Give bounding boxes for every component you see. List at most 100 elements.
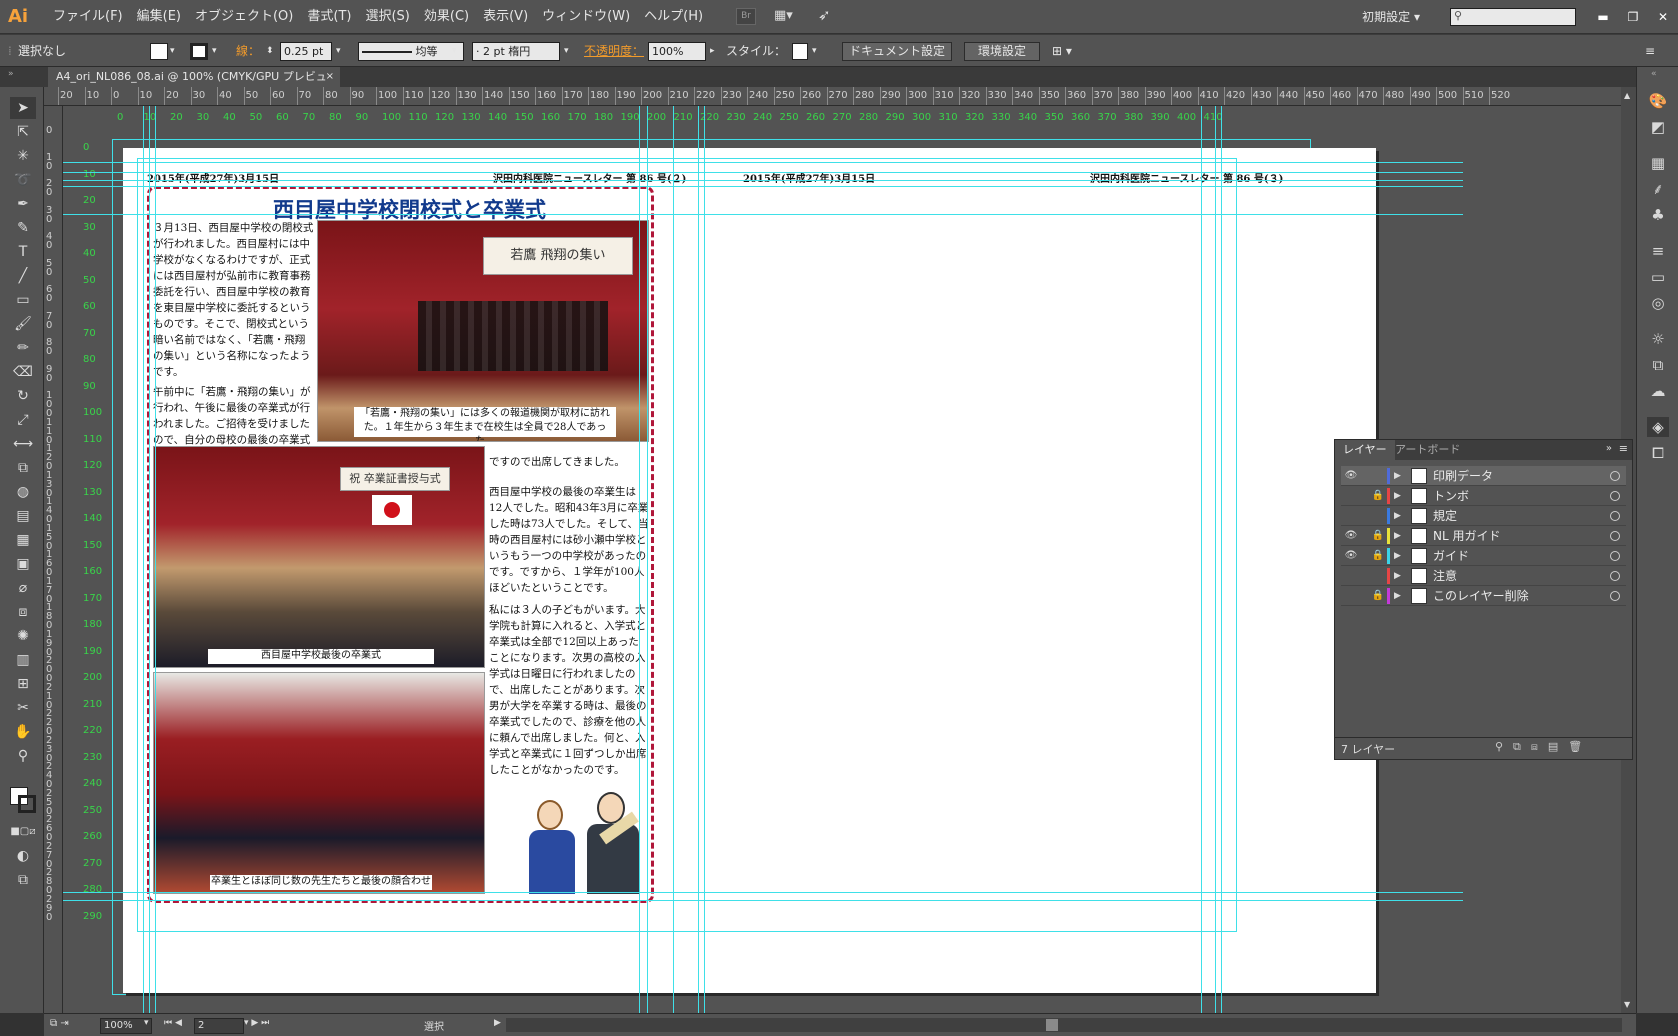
opacity-arrow-icon[interactable]: ▸	[710, 42, 715, 61]
scroll-down-icon[interactable]: ▼	[1624, 1000, 1630, 1009]
layer-footer-icons[interactable]: ⚲⧉⧈▤🗑	[1495, 740, 1592, 754]
expand-arrow-icon[interactable]: ▶	[1394, 508, 1406, 524]
layer-row[interactable]: ▶ 規定	[1341, 506, 1626, 526]
brush-dropdown-icon[interactable]: ▾	[564, 42, 569, 61]
lock-icon[interactable]: 🔒	[1371, 548, 1385, 564]
collapse-icon[interactable]: »	[8, 69, 14, 79]
expand-arrow-icon[interactable]: ▶	[1394, 488, 1406, 504]
screen-mode-icon[interactable]: ⧉	[10, 869, 36, 891]
tab-artboards[interactable]: アートボード	[1387, 440, 1468, 460]
layer-name[interactable]: NL 用ガイド	[1433, 526, 1500, 546]
collapse-panel-icon[interactable]: »	[1606, 443, 1612, 454]
lock-icon[interactable]: 🔒	[1371, 488, 1385, 504]
target-circle-icon[interactable]	[1610, 591, 1620, 601]
layer-row[interactable]: 👁 🔒 ▶ NL 用ガイド	[1341, 526, 1626, 546]
type-tool-icon[interactable]: T	[10, 241, 36, 263]
selection-tool-icon[interactable]: ➤	[10, 97, 36, 119]
style-dropdown-icon[interactable]: ▾	[812, 42, 817, 61]
symbols-icon[interactable]: ♣	[1647, 205, 1669, 225]
stroke-weight-dropdown-icon[interactable]: ▾	[336, 42, 341, 61]
maximize-button[interactable]: ❐	[1618, 8, 1648, 26]
brush-definition[interactable]: · 2 pt 楕円	[472, 42, 560, 61]
artboard-number-field[interactable]: 2	[194, 1018, 244, 1034]
menu-item[interactable]: 効果(C)	[417, 0, 476, 33]
color-mode-icons[interactable]: ■▢⧄	[10, 821, 36, 843]
hand-tool-icon[interactable]: ✋	[10, 721, 36, 743]
gpu-rocket-icon[interactable]: ➶	[818, 6, 838, 26]
stroke-panel-icon[interactable]: ≡	[1647, 241, 1669, 261]
layer-name[interactable]: このレイヤー削除	[1433, 586, 1529, 606]
menu-item[interactable]: オブジェクト(O)	[188, 0, 300, 33]
zoom-dropdown-icon[interactable]: ▾	[144, 1018, 149, 1028]
horizontal-scrollbar[interactable]	[506, 1018, 1622, 1032]
scale-tool-icon[interactable]: ⤢	[10, 409, 36, 431]
fill-dropdown-icon[interactable]: ▾	[170, 42, 175, 61]
artboard[interactable]: 0 10 20 30 40 50 60 70 80 90 100 110 120 130 140 150 160…	[63, 106, 1463, 1013]
visibility-eye-icon[interactable]: 👁	[1343, 528, 1359, 544]
color-panel-icon[interactable]: 🎨	[1647, 91, 1669, 111]
visibility-eye-icon[interactable]	[1343, 508, 1359, 524]
menu-item[interactable]: ウィンドウ(W)	[535, 0, 637, 33]
menu-item[interactable]: 書式(T)	[300, 0, 358, 33]
tab-layers[interactable]: レイヤー	[1335, 440, 1395, 460]
search-input[interactable]: ⚲	[1450, 7, 1576, 26]
blend-tool-icon[interactable]: ⧈	[10, 601, 36, 623]
graphic-style-swatch[interactable]	[792, 43, 808, 60]
status-icons[interactable]: ⧉ ⇥	[50, 1018, 69, 1029]
curvature-tool-icon[interactable]: ✎	[10, 217, 36, 239]
stroke-dropdown-icon[interactable]: ▾	[212, 42, 217, 61]
line-tool-icon[interactable]: ╱	[10, 265, 36, 287]
artboard-tool-icon[interactable]: ⊞	[10, 673, 36, 695]
scroll-up-icon[interactable]: ▲	[1624, 91, 1630, 100]
expand-arrow-icon[interactable]: ▶	[1394, 568, 1406, 584]
visibility-eye-icon[interactable]: 👁	[1343, 548, 1359, 564]
visibility-eye-icon[interactable]: 👁	[1343, 468, 1359, 484]
layer-row[interactable]: ▶ 注意	[1341, 566, 1626, 586]
menu-item[interactable]: ファイル(F)	[46, 0, 130, 33]
stroke-weight-field[interactable]: 0.25 pt	[280, 42, 332, 61]
lock-icon[interactable]: 🔒	[1371, 528, 1385, 544]
stroke-swatch[interactable]	[190, 43, 208, 60]
visibility-eye-icon[interactable]	[1343, 588, 1359, 604]
expand-arrow-icon[interactable]: ▶	[1394, 528, 1406, 544]
artboard-nav-next-icons[interactable]: ▾ ▶ ⏭	[244, 1018, 269, 1028]
paintbrush-tool-icon[interactable]: 🖌	[10, 313, 36, 335]
stroke-label[interactable]: 線：	[236, 42, 260, 61]
expand-dock-icon[interactable]: «	[1651, 69, 1657, 79]
direct-selection-tool-icon[interactable]: ⇱	[10, 121, 36, 143]
lock-icon[interactable]: 🔒	[1371, 588, 1385, 604]
color-guide-icon[interactable]: ◩	[1647, 117, 1669, 137]
vertical-ruler[interactable]: 0 10 20 30 40 50 60 70 80 90 100 110 120 130 140 150 160…	[44, 106, 63, 1013]
opacity-label[interactable]: 不透明度：	[584, 42, 644, 61]
menu-item[interactable]: ヘルプ(H)	[637, 0, 710, 33]
symbol-sprayer-tool-icon[interactable]: ✺	[10, 625, 36, 647]
align-icon[interactable]: ⊞ ▾	[1052, 42, 1072, 61]
eraser-tool-icon[interactable]: ⌫	[10, 361, 36, 383]
target-circle-icon[interactable]	[1610, 571, 1620, 581]
target-circle-icon[interactable]	[1610, 551, 1620, 561]
bridge-icon[interactable]: Br	[736, 8, 756, 25]
layer-row[interactable]: 👁 🔒 ▶ ガイド	[1341, 546, 1626, 566]
scroll-thumb[interactable]	[1046, 1019, 1058, 1031]
variable-width-profile[interactable]: 均等	[358, 42, 464, 61]
layers-panel-icon[interactable]: ◈	[1647, 417, 1669, 437]
expand-arrow-icon[interactable]: ▶	[1394, 548, 1406, 564]
panel-menu-icon[interactable]: ≡	[1645, 42, 1655, 61]
document-tab[interactable]: A4_ori_NL086_08.ai @ 100% (CMYK/GPU プレビュ…	[48, 67, 340, 103]
stroke-color-box[interactable]	[18, 795, 36, 813]
graphic-styles-icon[interactable]: ⧉	[1647, 355, 1669, 375]
magic-wand-tool-icon[interactable]: ✳	[10, 145, 36, 167]
eyedropper-tool-icon[interactable]: ⌀	[10, 577, 36, 599]
pen-tool-icon[interactable]: ✒	[10, 193, 36, 215]
lasso-tool-icon[interactable]: ➰	[10, 169, 36, 191]
transparency-icon[interactable]: ◎	[1647, 293, 1669, 313]
pencil-tool-icon[interactable]: ✏	[10, 337, 36, 359]
target-circle-icon[interactable]	[1610, 531, 1620, 541]
target-circle-icon[interactable]	[1610, 511, 1620, 521]
gradient-tool-icon[interactable]: ▣	[10, 553, 36, 575]
layer-row[interactable]: 🔒 ▶ トンボ	[1341, 486, 1626, 506]
preferences-button[interactable]: 環境設定	[964, 42, 1040, 61]
cc-libraries-icon[interactable]: ☁	[1647, 381, 1669, 401]
shape-builder-tool-icon[interactable]: ◍	[10, 481, 36, 503]
rectangle-tool-icon[interactable]: ▭	[10, 289, 36, 311]
